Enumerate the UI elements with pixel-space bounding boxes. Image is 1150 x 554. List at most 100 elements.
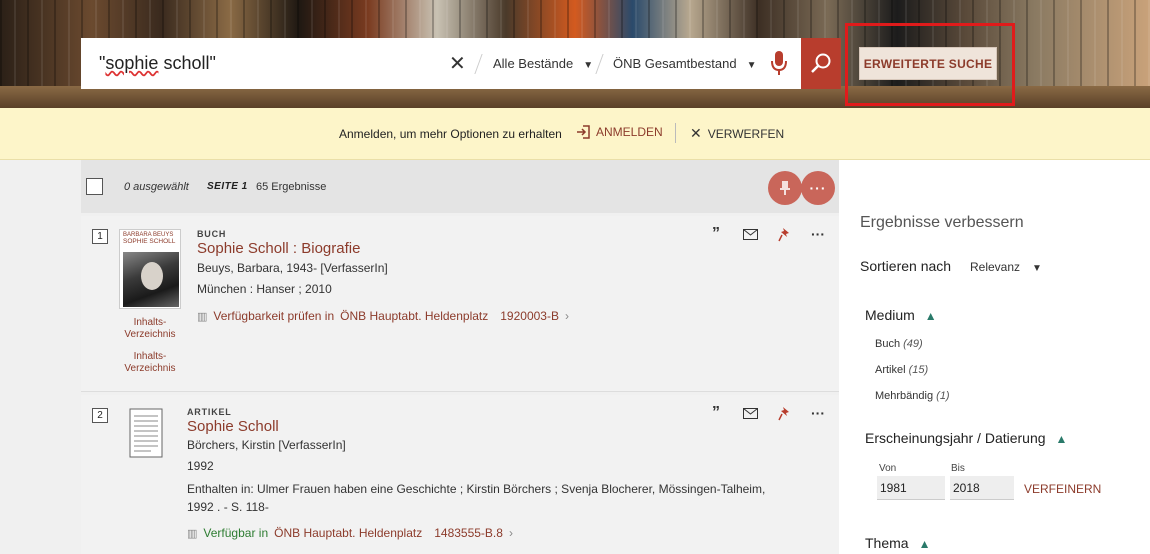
facet-item-label: Buch (875, 338, 901, 350)
cover-portrait (123, 252, 179, 307)
chevron-up-icon: ▲ (924, 309, 937, 323)
book-icon: ▥ (187, 527, 198, 540)
facet-item-mehrbaendig[interactable]: Mehrbändig (1) (875, 390, 950, 402)
sort-label: Sortieren nach (860, 258, 952, 274)
chevron-right-icon: › (508, 526, 513, 540)
more-options-button[interactable]: ··· (801, 171, 835, 205)
more-icon[interactable]: ··· (810, 226, 826, 242)
dismiss-label: VERWERFEN (707, 126, 785, 141)
availability-link[interactable]: ▥ Verfügbar in ÖNB Hauptabt. Heldenplatz… (187, 526, 513, 540)
login-label: ANMELDEN (596, 125, 663, 139)
facet-medium-heading[interactable]: Medium ▲ (865, 307, 937, 323)
result-index[interactable]: 2 (92, 408, 108, 423)
result-publisher: München : Hanser ; 2010 (197, 282, 332, 296)
divider (474, 54, 483, 74)
book-cover[interactable]: BARBARA BEUYS SOPHIE SCHOLL (119, 229, 181, 309)
result-title[interactable]: Sophie Scholl : Biografie (197, 240, 360, 257)
divider (595, 54, 604, 74)
result-contained-in: Enthalten in: Ulmer Frauen haben eine Ge… (187, 482, 766, 496)
pin-icon (780, 181, 790, 195)
close-icon: ✕ (690, 125, 702, 141)
call-number: 1483555-B.8 (434, 526, 503, 540)
chevron-up-icon: ▲ (1055, 432, 1068, 446)
divider (675, 123, 676, 143)
article-icon (129, 408, 163, 458)
sign-in-icon (577, 125, 590, 139)
chevron-right-icon: › (564, 309, 569, 323)
search-bar: "sophie scholl" ✕ Alle Bestände ▼ ÖNB Ges… (81, 38, 841, 89)
media-type: BUCH (197, 229, 227, 239)
cover-title: SOPHIE SCHOLL (123, 238, 176, 245)
cite-icon[interactable]: ” (708, 225, 724, 242)
facet-item-buch[interactable]: Buch (49) (875, 338, 923, 350)
results-toolbar: 0 ausgewählt SEITE 1 65 Ergebnisse ··· (81, 160, 839, 213)
pin-all-button[interactable] (768, 171, 802, 205)
email-icon[interactable] (742, 226, 758, 242)
facet-medium-label: Medium (865, 307, 915, 323)
cite-icon[interactable]: ” (708, 404, 724, 421)
toc-label: Inhalts- Verzeichnis (124, 351, 176, 374)
toc-link[interactable]: Inhalts- Verzeichnis (115, 351, 185, 375)
dismiss-button[interactable]: ✕ VERWERFEN (690, 125, 784, 142)
result-actions: ” ··· (708, 404, 826, 421)
result-year: 1992 (187, 459, 214, 473)
result-actions: ” ··· (708, 225, 826, 242)
selected-count: 0 ausgewählt (124, 181, 189, 193)
facet-item-artikel[interactable]: Artikel (15) (875, 364, 928, 376)
year-to-input[interactable] (950, 476, 1014, 500)
chevron-down-icon: ▼ (1032, 263, 1042, 274)
media-type: ARTIKEL (187, 407, 232, 417)
search-input[interactable]: "sophie scholl" (99, 53, 216, 74)
facets-sidebar: Ergebnisse verbessern Sortieren nach Rel… (839, 160, 1150, 554)
chevron-up-icon: ▲ (918, 537, 931, 551)
availability-text: Verfügbar in (203, 526, 269, 540)
toc-link[interactable]: Inhalts- Verzeichnis (115, 317, 185, 341)
availability-location: ÖNB Hauptabt. Heldenplatz (340, 309, 489, 323)
refine-button[interactable]: VERFEINERN (1024, 482, 1101, 496)
chevron-down-icon: ▼ (583, 60, 594, 71)
login-bar: Anmelden, um mehr Optionen zu erhalten A… (0, 108, 1150, 160)
scope-label: Alle Bestände (493, 56, 574, 71)
page-indicator: SEITE 1 (207, 181, 248, 192)
advanced-search-button[interactable]: ERWEITERTE SUCHE (859, 47, 997, 80)
collection-dropdown[interactable]: ÖNB Gesamtbestand ▼ (613, 56, 756, 71)
search-icon (811, 53, 831, 73)
login-button[interactable]: ANMELDEN (576, 125, 663, 139)
facet-topic-heading[interactable]: Thema ▲ (865, 535, 930, 551)
facet-year-label: Erscheinungsjahr / Datierung (865, 430, 1046, 446)
result-author: Beuys, Barbara, 1943- [VerfasserIn] (197, 261, 388, 275)
availability-link[interactable]: ▥ Verfügbarkeit prüfen in ÖNB Hauptabt. … (197, 309, 569, 323)
call-number: 1920003-B (500, 309, 559, 323)
search-button[interactable] (801, 38, 841, 89)
year-from-input[interactable] (877, 476, 945, 500)
facet-item-count: (49) (903, 338, 923, 350)
select-all-checkbox[interactable] (86, 178, 103, 195)
facet-year-heading[interactable]: Erscheinungsjahr / Datierung ▲ (865, 430, 1067, 446)
availability-text: Verfügbarkeit prüfen in (213, 309, 335, 323)
sort-value: Relevanz (970, 260, 1021, 274)
pin-icon[interactable] (776, 226, 792, 242)
sort-dropdown[interactable]: Relevanz ▼ (970, 260, 1042, 274)
facet-item-label: Mehrbändig (875, 390, 934, 402)
clear-search-icon[interactable]: ✕ (449, 51, 466, 76)
microphone-icon[interactable] (769, 49, 789, 77)
facet-item-count: (1) (936, 390, 950, 402)
result-title[interactable]: Sophie Scholl (187, 418, 279, 435)
facet-item-count: (15) (908, 364, 929, 376)
year-from-label: Von (879, 463, 897, 474)
more-icon[interactable]: ··· (810, 405, 826, 421)
pin-icon[interactable] (776, 405, 792, 421)
availability-location: ÖNB Hauptabt. Heldenplatz (274, 526, 423, 540)
cover-author: BARBARA BEUYS (123, 232, 174, 238)
result-contained-in-pages: 1992 . - S. 118- (187, 500, 269, 514)
sidebar-title: Ergebnisse verbessern (860, 214, 1024, 231)
collection-label: ÖNB Gesamtbestand (613, 56, 737, 71)
facet-item-label: Artikel (875, 364, 906, 376)
more-icon: ··· (809, 180, 827, 196)
year-to-label: Bis (951, 463, 965, 474)
result-index[interactable]: 1 (92, 229, 108, 244)
facet-topic-label: Thema (865, 535, 909, 551)
scope-dropdown[interactable]: Alle Bestände ▼ (493, 56, 593, 71)
results-count: 65 Ergebnisse (256, 181, 327, 193)
email-icon[interactable] (742, 405, 758, 421)
